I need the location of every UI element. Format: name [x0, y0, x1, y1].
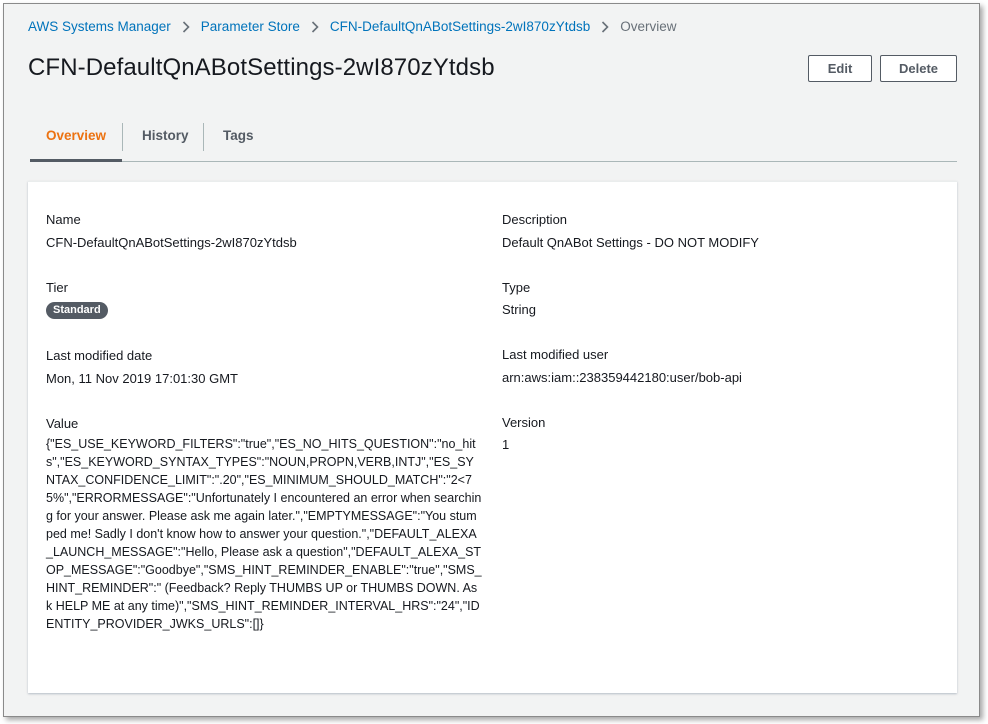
tier-label: Tier [46, 280, 68, 295]
tab-divider [203, 123, 204, 151]
chevron-right-icon [171, 19, 201, 34]
tier-badge: Standard [46, 302, 108, 319]
app-frame: AWS Systems Manager Parameter Store CFN-… [3, 3, 980, 717]
page-title: CFN-DefaultQnABotSettings-2wI870zYtdsb [28, 54, 495, 81]
tab-divider [122, 123, 123, 151]
version-value: 1 [502, 437, 510, 452]
breadcrumb-link-parameter[interactable]: CFN-DefaultQnABotSettings-2wI870zYtdsb [330, 19, 590, 34]
name-value: CFN-DefaultQnABotSettings-2wI870zYtdsb [46, 235, 297, 250]
tab-bar: Overview History Tags [30, 121, 957, 162]
breadcrumb-link-parameter-store[interactable]: Parameter Store [201, 19, 300, 34]
last-modified-date-value: Mon, 11 Nov 2019 17:01:30 GMT [46, 371, 238, 386]
type-value: String [502, 302, 536, 317]
edit-button[interactable]: Edit [808, 55, 872, 82]
parameter-value: {"ES_USE_KEYWORD_FILTERS":"true","ES_NO_… [46, 437, 482, 631]
last-modified-date-label: Last modified date [46, 348, 153, 363]
last-modified-user-value: arn:aws:iam::238359442180:user/bob-api [502, 370, 742, 385]
tab-tags[interactable]: Tags [223, 121, 254, 162]
tab-overview[interactable]: Overview [30, 121, 122, 162]
name-label: Name [46, 212, 81, 227]
breadcrumb: AWS Systems Manager Parameter Store CFN-… [28, 16, 676, 36]
description-label: Description [502, 212, 568, 227]
chevron-right-icon [300, 19, 330, 34]
tab-history[interactable]: History [142, 121, 189, 162]
type-label: Type [502, 280, 531, 295]
breadcrumb-current: Overview [620, 18, 677, 34]
parameter-details-panel: Name CFN-DefaultQnABotSettings-2wI870zYt… [28, 181, 957, 693]
last-modified-user-label: Last modified user [502, 347, 609, 362]
breadcrumb-link-systems-manager[interactable]: AWS Systems Manager [28, 19, 171, 34]
chevron-right-icon [590, 19, 620, 34]
delete-button[interactable]: Delete [880, 55, 957, 82]
version-label: Version [502, 415, 546, 430]
description-value: Default QnABot Settings - DO NOT MODIFY [502, 235, 759, 250]
value-label: Value [46, 416, 79, 431]
